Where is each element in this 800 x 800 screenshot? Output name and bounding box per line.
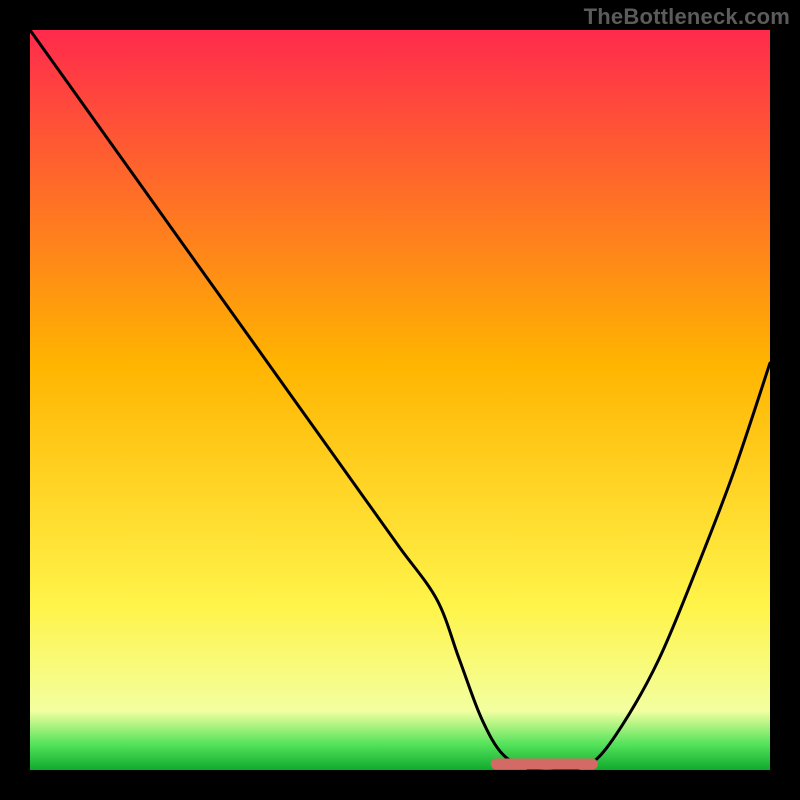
bottleneck-chart: [0, 0, 800, 800]
watermark-text: TheBottleneck.com: [584, 4, 790, 30]
chart-frame: TheBottleneck.com: [0, 0, 800, 800]
